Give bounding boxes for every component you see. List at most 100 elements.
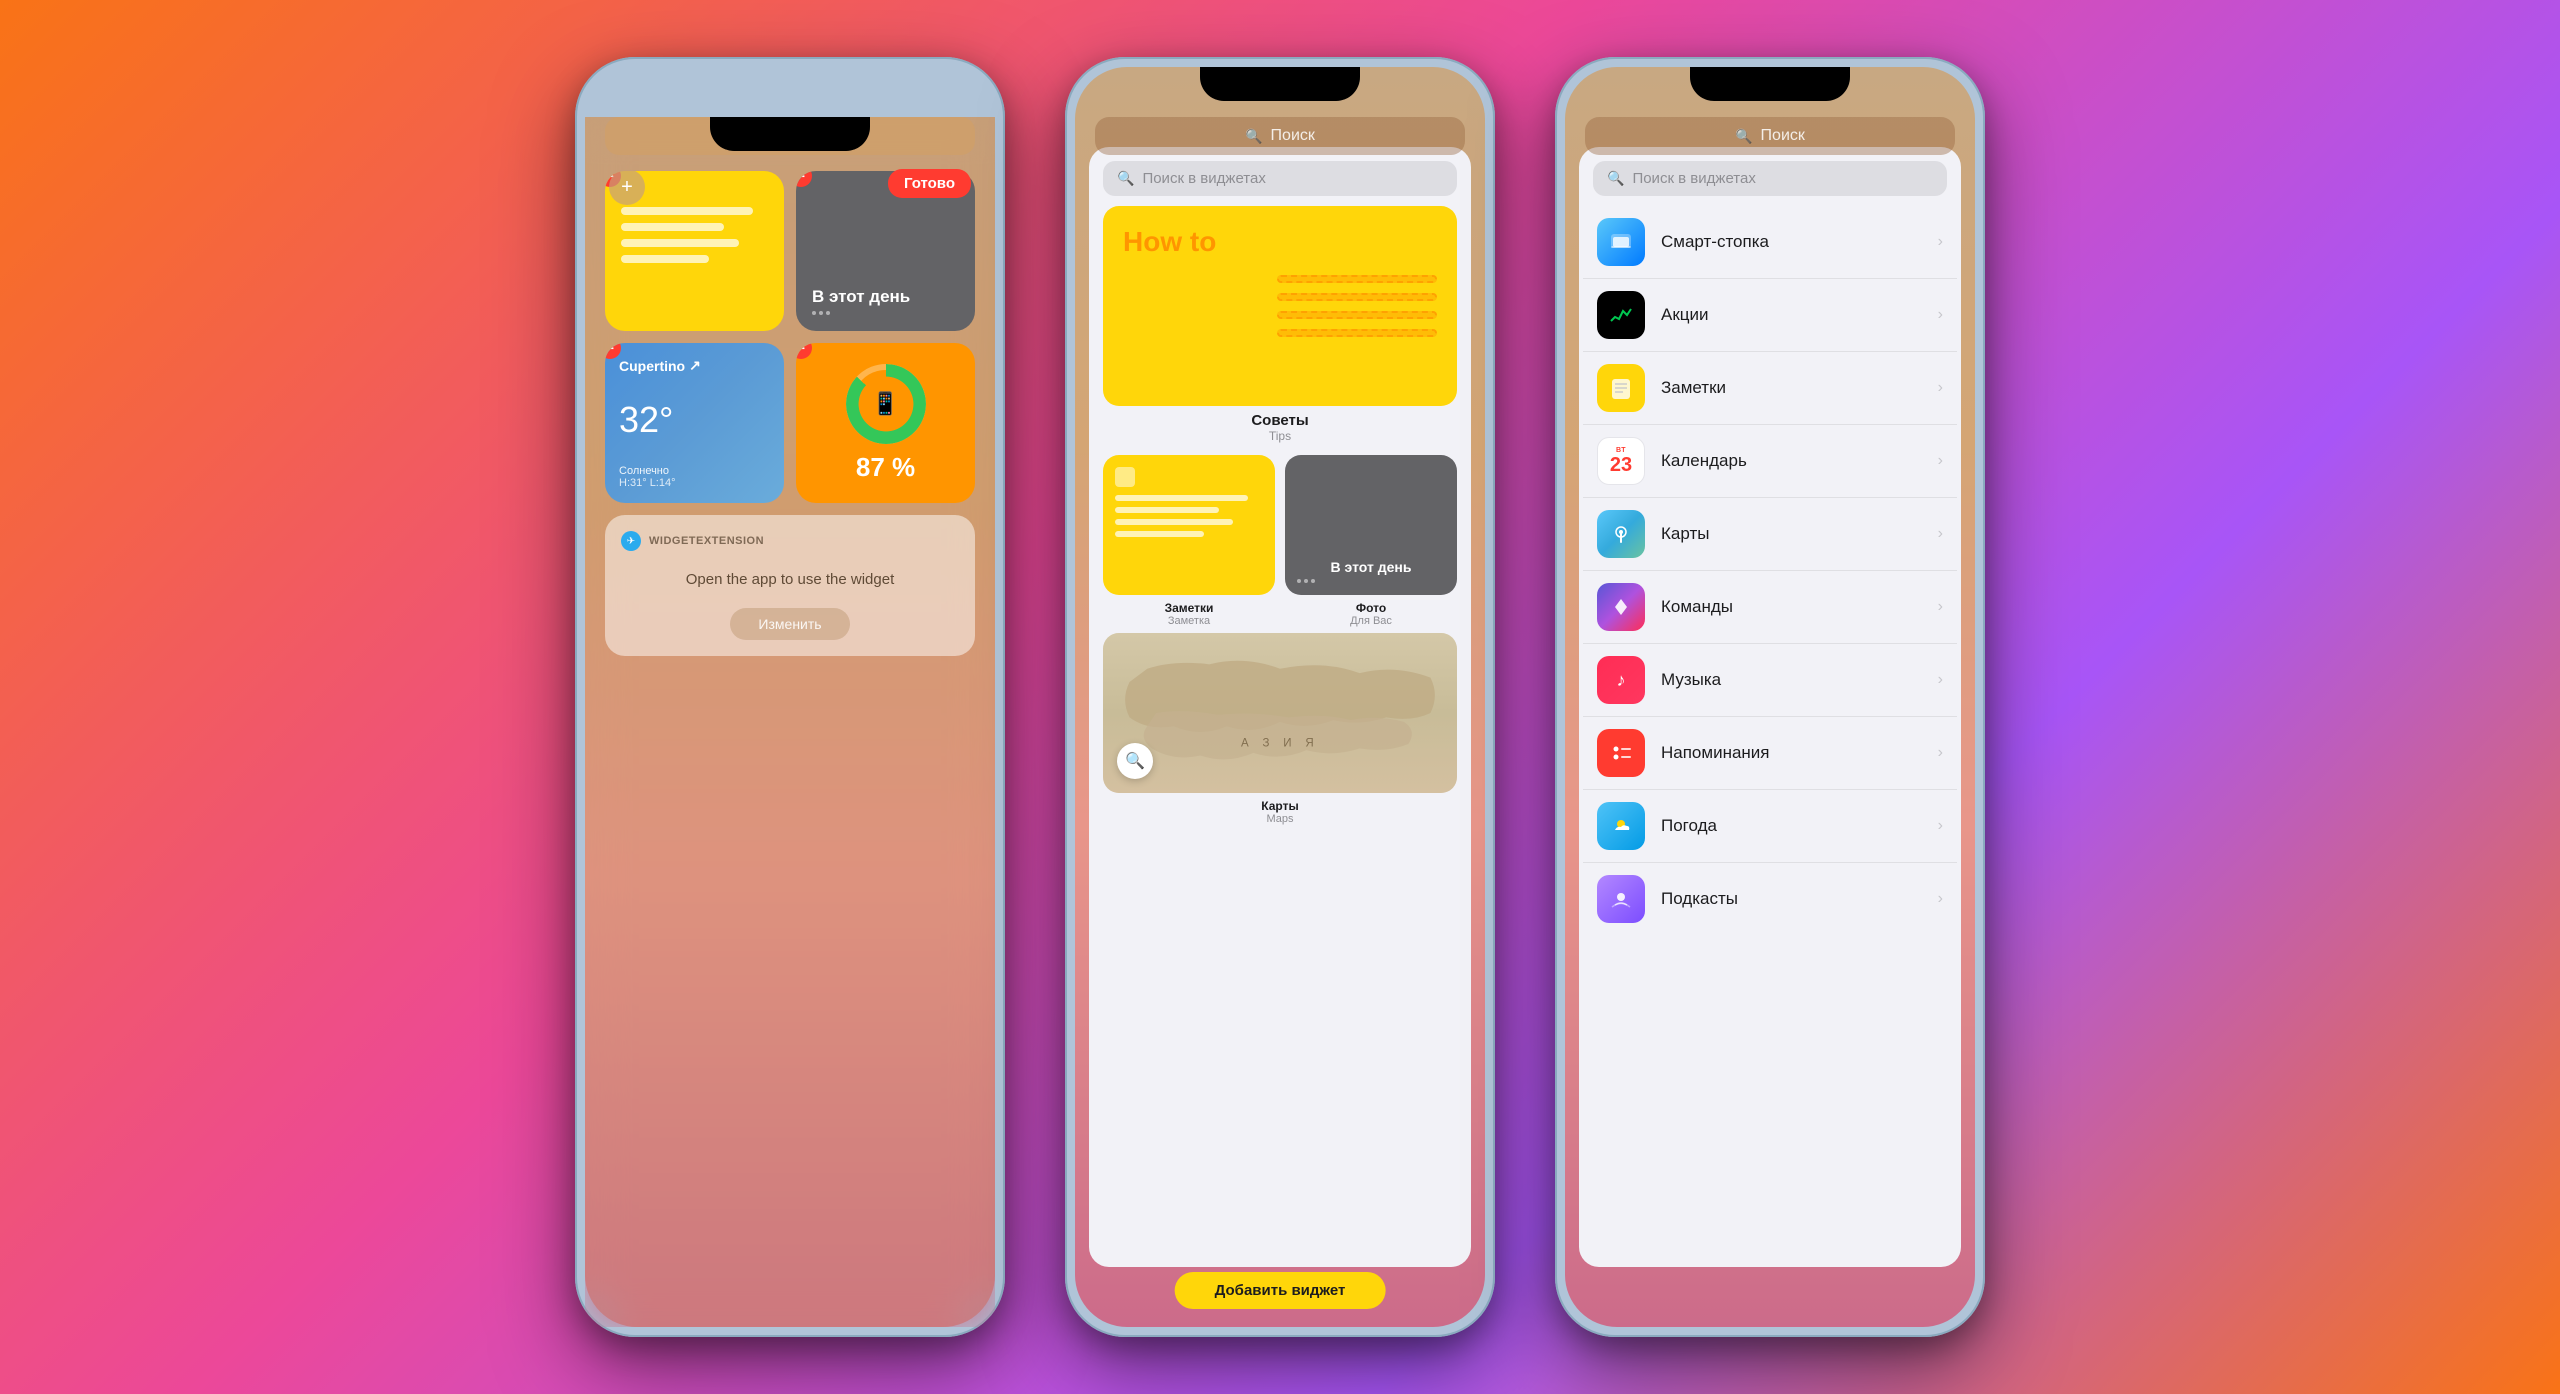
sd-3: [1311, 579, 1315, 583]
sd-1: [1297, 579, 1301, 583]
this-day-dots: [812, 311, 959, 315]
tips-label-ru: Советы: [1103, 412, 1457, 429]
notes-line-2: [621, 223, 724, 231]
music-svg: ♪: [1607, 666, 1635, 694]
svg-text:♪: ♪: [1617, 670, 1626, 690]
telegram-widget[interactable]: ✈ WIDGETEXTENSION Open the app to use th…: [605, 515, 975, 656]
list-item[interactable]: Команды ›: [1583, 571, 1957, 644]
modify-button[interactable]: Изменить: [730, 608, 849, 640]
notes-line-1: [621, 207, 753, 215]
reminders-icon: [1597, 729, 1645, 777]
snl-3: [1115, 519, 1233, 525]
tips-dash-4: [1277, 329, 1437, 337]
app-name-maps: Карты: [1661, 524, 1709, 544]
snl-2: [1115, 507, 1219, 513]
phone-3-picker: 🔍 Поиск в виджетах Смарт-стопка ›: [1579, 147, 1961, 1267]
done-button[interactable]: Готово: [888, 169, 971, 198]
reminders-svg: [1607, 739, 1635, 767]
app-name-notes: Заметки: [1661, 378, 1726, 398]
add-widget-button[interactable]: +: [609, 169, 645, 205]
phone-3-search-bar[interactable]: 🔍 Поиск: [1585, 117, 1955, 155]
chevron-icon: ›: [1938, 379, 1943, 397]
widget-grid: − − В этот день: [605, 171, 975, 503]
map-svg: А З И Я: [1103, 633, 1457, 793]
app-name-calendar: Календарь: [1661, 451, 1747, 471]
search-icon-3-picker: 🔍: [1607, 170, 1624, 187]
this-day-small-title: В этот день: [1297, 559, 1445, 575]
stocks-svg: [1607, 301, 1635, 329]
podcasts-svg: [1607, 885, 1635, 913]
this-day-remove-btn[interactable]: −: [796, 171, 812, 187]
widget-picker-list: How to Советы Tips: [1089, 206, 1471, 1267]
app-name-smartstack: Смарт-стопка: [1661, 232, 1769, 252]
tips-dash-2: [1277, 293, 1437, 301]
music-icon: ♪: [1597, 656, 1645, 704]
this-day-small-dots: [1297, 579, 1445, 583]
chevron-icon: ›: [1938, 306, 1943, 324]
photo-small-widget[interactable]: В этот день: [1285, 455, 1457, 595]
tips-dash-1: [1277, 275, 1437, 283]
list-item[interactable]: Карты ›: [1583, 498, 1957, 571]
list-item[interactable]: Смарт-стопка ›: [1583, 206, 1957, 279]
add-widget-btn[interactable]: Добавить виджет: [1175, 1272, 1386, 1309]
photo-small-sublabel: Для Вас: [1285, 615, 1457, 627]
notes-small-label: Заметки: [1103, 601, 1275, 615]
photo-small-wrap: В этот день Фото Для Вас: [1285, 455, 1457, 627]
map-widget[interactable]: А З И Я 🔍: [1103, 633, 1457, 793]
dot-2: [819, 311, 823, 315]
list-item[interactable]: ВТ 23 Календарь ›: [1583, 425, 1957, 498]
weather-svg: [1607, 812, 1635, 840]
tips-label-en: Tips: [1103, 429, 1457, 443]
shortcuts-svg: [1607, 593, 1635, 621]
map-label-ru: Карты: [1103, 799, 1457, 813]
weather-condition: Солнечно: [619, 465, 770, 477]
chevron-icon: ›: [1938, 671, 1943, 689]
shortcuts-icon: [1597, 583, 1645, 631]
list-item[interactable]: Акции ›: [1583, 279, 1957, 352]
app-name-reminders: Напоминания: [1661, 743, 1770, 763]
stocks-icon: [1597, 291, 1645, 339]
notes-small-icon: [1115, 467, 1135, 487]
search-icon-picker: 🔍: [1117, 170, 1134, 187]
phone-3-notch: [1690, 67, 1850, 101]
maps-icon: [1597, 510, 1645, 558]
list-item[interactable]: ♪ Музыка ›: [1583, 644, 1957, 717]
app-name-weather: Погода: [1661, 816, 1717, 836]
phone-2-notch: [1200, 67, 1360, 101]
widget-picker-search[interactable]: 🔍 Поиск в виджетах: [1103, 161, 1457, 196]
telegram-header: ✈ WIDGETEXTENSION: [621, 531, 959, 551]
tips-dash-3: [1277, 311, 1437, 319]
calendar-icon: ВТ 23: [1597, 437, 1645, 485]
picker-search-text: Поиск в виджетах: [1142, 170, 1265, 187]
tips-label-area: Советы Tips: [1103, 412, 1457, 443]
map-search-btn[interactable]: 🔍: [1117, 743, 1153, 779]
map-label-en: Maps: [1103, 813, 1457, 825]
svg-text:А З И Я: А З И Я: [1241, 738, 1319, 750]
podcasts-icon: [1597, 875, 1645, 923]
weather-icon: [1597, 802, 1645, 850]
phone-2: 🔍 Поиск 🔍 Поиск в виджетах How to: [1065, 57, 1495, 1337]
widget-picker: 🔍 Поиск в виджетах How to Советы Tip: [1089, 147, 1471, 1267]
tips-widget-large[interactable]: How to: [1103, 206, 1457, 406]
chevron-icon: ›: [1938, 525, 1943, 543]
phone-1: + Готово 🔍 Поиск −: [575, 57, 1005, 1337]
phone-3-picker-search[interactable]: 🔍 Поиск в виджетах: [1593, 161, 1947, 196]
list-item[interactable]: Погода ›: [1583, 790, 1957, 863]
app-name-music: Музыка: [1661, 670, 1721, 690]
phone-2-screen: 🔍 Поиск 🔍 Поиск в виджетах How to: [1075, 67, 1485, 1327]
phone-2-search-bar[interactable]: 🔍 Поиск: [1095, 117, 1465, 155]
battery-circle: 📱: [846, 364, 926, 444]
list-item[interactable]: Заметки ›: [1583, 352, 1957, 425]
battery-widget[interactable]: − 📱 87 %: [796, 343, 975, 503]
smartstack-svg: [1607, 228, 1635, 256]
list-item[interactable]: Подкасты ›: [1583, 863, 1957, 935]
phone-1-notch: [710, 117, 870, 151]
weather-widget[interactable]: − Cupertino ↗ 32° Солнечно H:31° L:14°: [605, 343, 784, 503]
small-widgets-row: Заметки Заметка В этот день: [1103, 455, 1457, 627]
notes-small-widget[interactable]: [1103, 455, 1275, 595]
telegram-label: WIDGETEXTENSION: [649, 535, 764, 547]
sd-2: [1304, 579, 1308, 583]
notes-small-lines: [1115, 495, 1263, 583]
list-item[interactable]: Напоминания ›: [1583, 717, 1957, 790]
battery-remove-btn[interactable]: −: [796, 343, 812, 359]
